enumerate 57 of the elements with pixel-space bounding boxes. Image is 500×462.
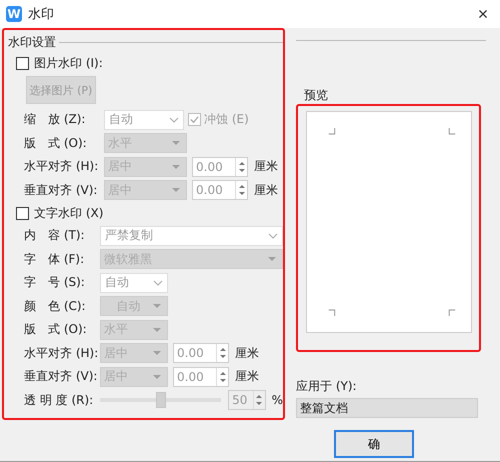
spin-field[interactable]: 50 xyxy=(228,390,266,410)
checkbox[interactable] xyxy=(16,206,29,220)
caret-icon xyxy=(172,188,180,192)
caret-icon xyxy=(153,351,161,356)
field-label: 版 式 (O): xyxy=(24,134,88,152)
field-label: 水平对齐 (H): xyxy=(24,158,100,176)
caret-icon xyxy=(153,304,161,308)
spin-field[interactable]: 0.00 xyxy=(173,366,229,387)
preview-title: 预览 xyxy=(304,87,328,104)
checkbox-label: 冲蚀 (E) xyxy=(204,111,249,128)
unit-label: % xyxy=(272,393,283,408)
field-label: 字 号 (S): xyxy=(24,274,86,292)
caret-icon xyxy=(172,141,180,146)
combo-box[interactable]: 自动 xyxy=(104,110,184,130)
field-label: 应用于 (Y): xyxy=(296,378,357,395)
checkbox[interactable] xyxy=(188,113,201,126)
checkbox-label: 文字水印 (X) xyxy=(34,204,104,222)
caret-icon xyxy=(268,257,276,262)
slider-thumb[interactable] xyxy=(156,392,166,408)
caret-icon xyxy=(153,328,161,332)
spin-arrows-icon[interactable] xyxy=(255,393,264,408)
caret-icon xyxy=(153,374,161,379)
spin-arrows-icon[interactable] xyxy=(238,160,246,174)
spin-field[interactable]: 0.00 xyxy=(192,156,248,177)
spin-arrows-icon[interactable] xyxy=(218,346,226,360)
close-button[interactable]: × xyxy=(466,0,500,28)
unit-label: 厘米 xyxy=(254,182,278,199)
spin-arrows-icon[interactable] xyxy=(238,183,246,198)
field-label: 透 明 度 (R): xyxy=(24,392,94,409)
window-title: 水印 xyxy=(28,6,54,23)
field-label: 垂直对齐 (V): xyxy=(24,182,98,199)
combo-box[interactable]: 自动 xyxy=(100,272,168,293)
spin-arrows-icon[interactable] xyxy=(218,370,226,384)
spin-field[interactable]: 0.00 xyxy=(192,180,248,200)
app-icon: W xyxy=(6,6,22,22)
checkbox-label: 图片水印 (I): xyxy=(34,54,103,72)
unit-label: 厘米 xyxy=(235,368,259,386)
field-label: 垂直对齐 (V): xyxy=(24,368,98,386)
unit-label: 厘米 xyxy=(254,158,278,176)
unit-label: 厘米 xyxy=(235,344,259,362)
caret-icon xyxy=(172,164,180,169)
field-label: 颜 色 (C): xyxy=(24,298,87,315)
spin-field[interactable]: 0.00 xyxy=(173,343,229,364)
field-label: 内 容 (T): xyxy=(24,227,86,244)
chevron-icon xyxy=(268,232,278,239)
chevron-icon xyxy=(169,116,179,123)
select-picture-button[interactable]: 选择图片 (P) xyxy=(26,76,96,104)
field-label: 字 体 (F): xyxy=(24,250,86,268)
field-label: 版 式 (O): xyxy=(24,321,88,338)
combo-box[interactable]: 严禁复制 xyxy=(100,226,283,246)
field-label: 缩 放 (Z): xyxy=(24,111,86,128)
checkbox[interactable] xyxy=(16,56,29,70)
field-label: 水平对齐 (H): xyxy=(24,344,100,362)
chevron-icon xyxy=(153,280,163,286)
dropdown[interactable]: 整篇文档 xyxy=(296,398,478,418)
group-title: 水印设置 xyxy=(8,34,56,50)
ok-button[interactable]: 确 xyxy=(334,430,414,458)
